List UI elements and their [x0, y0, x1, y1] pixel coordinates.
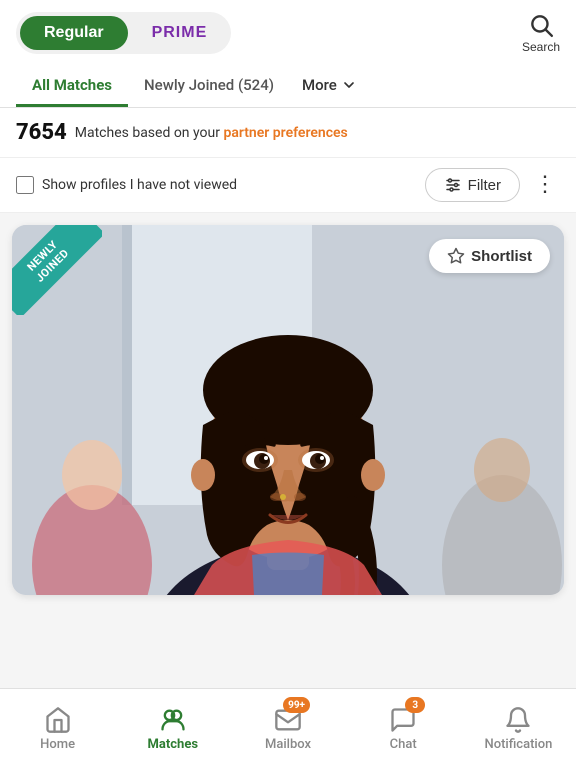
plan-toggle: Regular PRIME: [16, 12, 231, 54]
mailbox-label: Mailbox: [265, 737, 311, 752]
home-label: Home: [40, 737, 75, 752]
search-label: Search: [522, 40, 560, 54]
tab-all-matches[interactable]: All Matches: [16, 66, 128, 107]
search-button[interactable]: Search: [522, 12, 560, 54]
tabs: All Matches Newly Joined (524) More: [16, 66, 560, 107]
header-top: Regular PRIME Search: [16, 12, 560, 54]
prime-plan-button[interactable]: PRIME: [132, 16, 228, 50]
home-icon: [44, 706, 72, 734]
matches-icon: [159, 706, 187, 734]
tab-more-label: More: [302, 76, 337, 94]
unviewed-profiles-checkbox[interactable]: [16, 176, 34, 194]
nav-mailbox[interactable]: 99+ Mailbox: [230, 689, 345, 768]
nav-notification[interactable]: Notification: [461, 689, 576, 768]
shortlist-button-label: Shortlist: [471, 248, 532, 265]
partner-preferences-link[interactable]: partner preferences: [223, 125, 347, 141]
chat-label: Chat: [390, 737, 417, 752]
search-icon: [528, 12, 554, 38]
filter-button[interactable]: Filter: [425, 168, 520, 202]
unviewed-profiles-checkbox-label[interactable]: Show profiles I have not viewed: [16, 176, 237, 194]
nav-chat[interactable]: 3 Chat: [346, 689, 461, 768]
tab-newly-joined[interactable]: Newly Joined (524): [128, 66, 290, 107]
newly-joined-label: NEWLYJOINED: [12, 225, 102, 315]
newly-joined-badge: NEWLYJOINED: [12, 225, 102, 315]
nav-matches[interactable]: Matches: [115, 689, 230, 768]
chat-badge: 3: [405, 697, 425, 713]
shortlist-button[interactable]: Shortlist: [429, 239, 550, 273]
mailbox-badge: 99+: [283, 697, 310, 713]
filter-icon: [444, 176, 462, 194]
profile-card: NEWLYJOINED Shortlist: [12, 225, 564, 595]
filter-bar: Show profiles I have not viewed Filter ⋮: [0, 158, 576, 213]
filter-right-section: Filter ⋮: [425, 168, 560, 202]
more-options-button[interactable]: ⋮: [530, 170, 560, 200]
unviewed-profiles-label: Show profiles I have not viewed: [42, 177, 237, 193]
nav-home[interactable]: Home: [0, 689, 115, 768]
matches-label: Matches: [148, 737, 199, 752]
notification-label: Notification: [484, 737, 552, 752]
notification-icon: [504, 706, 532, 734]
regular-plan-button[interactable]: Regular: [20, 16, 128, 50]
bottom-nav: Home Matches 99+ Mailbox 3 Chat Notifica: [0, 688, 576, 768]
match-info-bar: 7654 Matches based on your partner prefe…: [0, 108, 576, 158]
tab-more[interactable]: More: [290, 66, 369, 107]
header: Regular PRIME Search All Matches Newly J…: [0, 0, 576, 108]
filter-button-label: Filter: [468, 177, 501, 194]
match-count: 7654: [16, 120, 67, 145]
match-text-prefix: Matches based on your: [75, 125, 224, 141]
chevron-down-icon: [341, 77, 357, 93]
match-description: Matches based on your partner preference…: [75, 125, 348, 141]
star-icon: [447, 247, 465, 265]
